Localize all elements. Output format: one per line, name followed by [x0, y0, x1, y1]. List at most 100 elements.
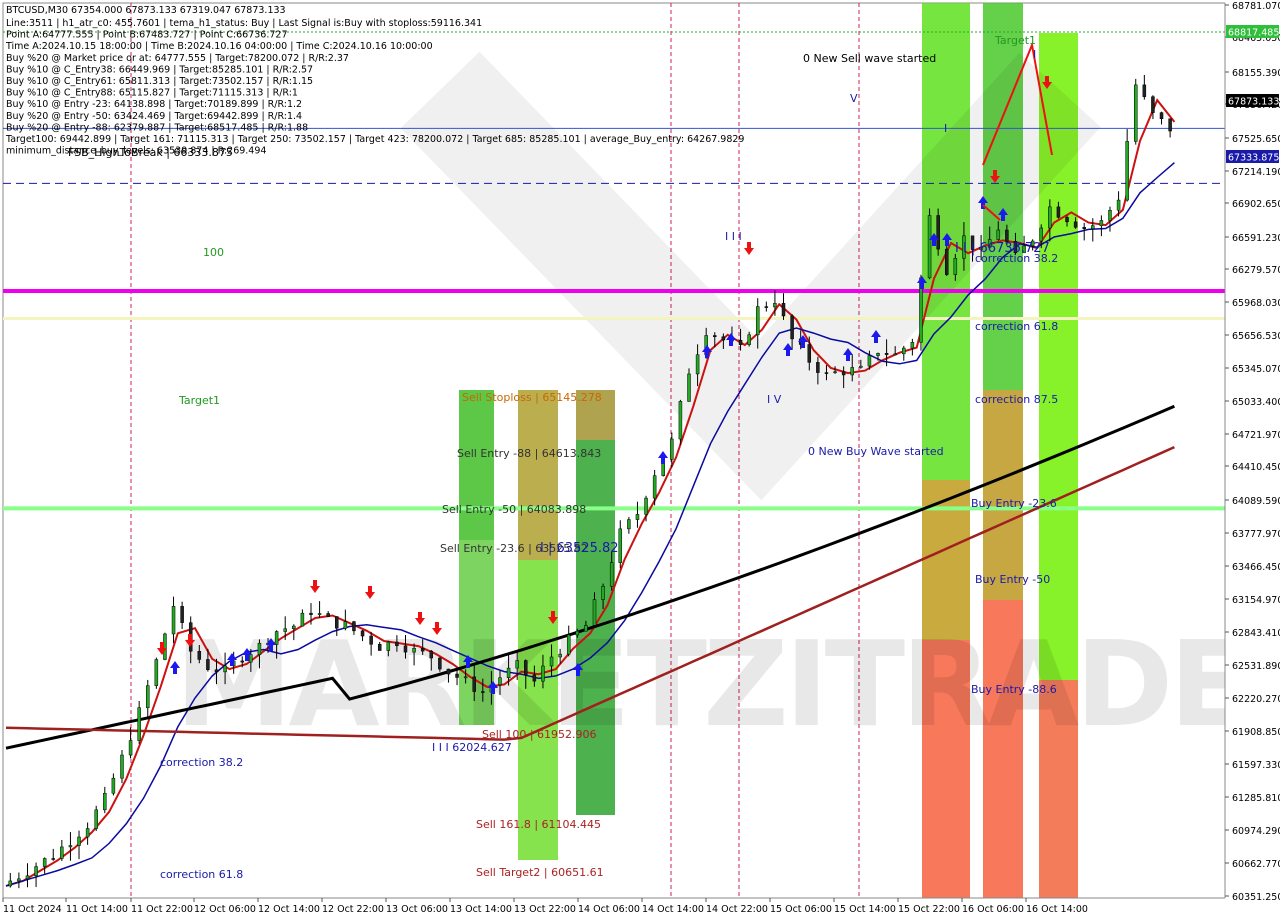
candle-body: [463, 676, 468, 679]
candle-body: [1125, 141, 1129, 201]
candle-body: [506, 667, 511, 678]
candle-body: [249, 654, 253, 663]
chart-label-10: Sell 100 | 61952.906: [482, 728, 597, 741]
x-tick-label: 11 Oct 22:00: [131, 904, 193, 915]
candle-body: [807, 344, 812, 363]
chart-label-21: correction 38.2: [160, 756, 243, 769]
candle-body: [764, 306, 769, 308]
candle-body: [137, 707, 141, 741]
candle-body: [25, 875, 30, 880]
chart-container: MARKETZITRADE 0 New Sell wave started 0 N…: [0, 0, 1280, 920]
ohlc-header: BTCUSD,M30 67354.000 67873.133 67319.047…: [6, 5, 286, 16]
y-tick-label: 66591.230: [1232, 233, 1280, 244]
y-tick-label: 67214.190: [1232, 167, 1280, 178]
candle-body: [1151, 96, 1155, 113]
candle-body: [377, 644, 382, 651]
candle-body: [206, 659, 210, 670]
y-tick-label: 64410.450: [1232, 462, 1280, 473]
x-tick-label: 16 Oct 14:00: [1026, 904, 1088, 915]
candle-body: [601, 585, 605, 600]
y-tick-label: 60662.770: [1232, 859, 1280, 870]
candle-body: [274, 631, 279, 645]
y-tick-label: 63466.450: [1232, 562, 1280, 573]
candle-body: [300, 612, 305, 627]
candle-body: [1108, 210, 1112, 221]
chart-label-27: I: [944, 122, 947, 135]
candle-body: [94, 809, 98, 829]
candle-body: [575, 630, 580, 636]
y-tick-label: 61908.850: [1232, 727, 1280, 738]
candle-body: [549, 656, 554, 667]
candle-body: [352, 621, 356, 632]
y-tick-label: 62531.890: [1232, 661, 1280, 672]
x-tick-label: 12 Oct 06:00: [194, 904, 256, 915]
candle-body: [34, 866, 38, 877]
candle-body: [558, 653, 562, 658]
candle-body: [498, 677, 502, 686]
candle-body: [566, 634, 571, 655]
candle-body: [146, 685, 150, 708]
x-tick-label: 13 Oct 14:00: [450, 904, 512, 915]
candle-body: [859, 365, 863, 368]
candle-body: [816, 362, 820, 373]
y-tick-label: 65968.030: [1232, 298, 1280, 309]
candle-body: [326, 613, 330, 617]
y-tick-label: 66902.650: [1232, 199, 1280, 210]
chart-label-1: 0 New Buy Wave started: [808, 445, 944, 458]
candle-body: [412, 648, 416, 653]
candle-body: [833, 371, 837, 374]
y-tick-label: 60974.290: [1232, 826, 1280, 837]
candle-body: [627, 519, 631, 530]
info-line-10: Target100: 69442.899 | Target 161: 71115…: [5, 134, 744, 145]
candle-body: [695, 354, 700, 375]
candle-body: [8, 880, 13, 887]
candle-body: [68, 845, 73, 848]
candle-body: [773, 303, 777, 308]
chart-label-13: I I I 62024.627: [432, 741, 512, 754]
candle-body: [240, 660, 245, 663]
chart-label-24: I V: [767, 393, 782, 406]
candle-body: [781, 303, 786, 317]
chart-label-19: Buy Entry -50: [975, 573, 1050, 586]
candle-body: [180, 606, 184, 623]
candle-body: [403, 645, 408, 653]
candle-body: [670, 438, 674, 460]
candle-body: [60, 846, 64, 859]
y-tick-label: 65656.530: [1232, 331, 1280, 342]
info-line-3: Buy %20 @ Market price or at: 64777.555 …: [6, 53, 349, 64]
candle-body: [429, 650, 434, 659]
y-tick-label: 61285.810: [1232, 793, 1280, 804]
chart-label-18: Buy Entry -23.6: [971, 497, 1057, 510]
candle-body: [472, 676, 476, 692]
info-line-5: Buy %10 @ C_Entry61: 65811.313 | Target:…: [6, 76, 313, 87]
candle-body: [111, 777, 116, 794]
y-tick-label: 64089.590: [1232, 496, 1280, 507]
x-tick-label: 15 Oct 22:00: [898, 904, 960, 915]
top-price-label: 68817.485: [1228, 28, 1279, 39]
y-tick-label: 67525.650: [1232, 134, 1280, 145]
candle-body: [1039, 227, 1043, 242]
y-tick-label: 68155.390: [1232, 68, 1280, 79]
candle-body: [910, 342, 915, 349]
candle-body: [738, 340, 743, 345]
y-tick-label: 62843.410: [1232, 628, 1280, 639]
candle-body: [369, 635, 373, 645]
chart-label-5: Sell Stoploss | 65145.278: [462, 391, 602, 404]
current-price-label: 67873.133: [1228, 97, 1279, 108]
candle-body: [618, 528, 623, 563]
candle-body: [343, 621, 348, 629]
candle-body: [257, 642, 262, 655]
x-tick-label: 15 Oct 14:00: [834, 904, 896, 915]
y-tick-label: 68781.070: [1232, 1, 1280, 12]
chart-label-0: 0 New Sell wave started: [803, 52, 936, 65]
y-tick-label: 60351.250: [1232, 892, 1280, 903]
candle-body: [790, 315, 794, 340]
x-tick-label: 16 Oct 06:00: [962, 904, 1024, 915]
x-tick-label: 15 Oct 06:00: [770, 904, 832, 915]
info-line-1: Point A:64777.555 | Point B:67483.727 | …: [6, 30, 288, 41]
y-tick-label: 62220.270: [1232, 694, 1280, 705]
candle-body: [1048, 206, 1052, 229]
candle-body: [420, 648, 425, 652]
info-line-7: Buy %10 @ Entry -23: 64138.898 | Target:…: [6, 99, 302, 110]
candle-body: [927, 215, 932, 279]
